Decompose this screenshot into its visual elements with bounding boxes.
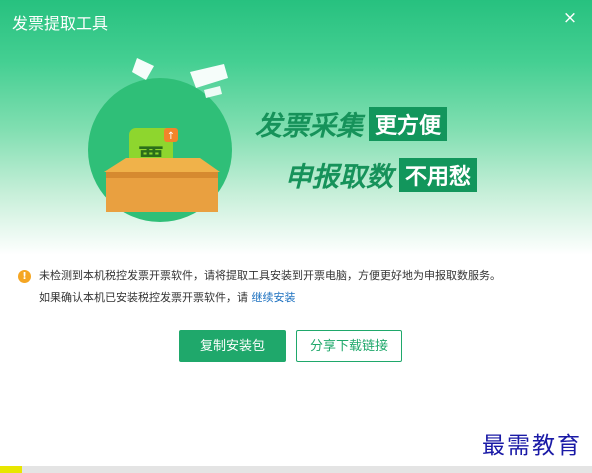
taskbar-corner bbox=[0, 466, 22, 473]
invoice-box-illustration: ↑ 票 bbox=[88, 58, 232, 222]
notice-message: ! 未检测到本机税控发票开票软件，请将提取工具安装到开票电脑，方便更好地为申报取… bbox=[18, 265, 501, 309]
watermark: 最需教育 bbox=[482, 433, 582, 459]
slogan-main: 申报取数 bbox=[285, 162, 393, 193]
slogan-line-1: 发票采集 更方便 bbox=[255, 104, 448, 143]
notice-text: 未检测到本机税控发票开票软件，请将提取工具安装到开票电脑，方便更好地为申报取数服… bbox=[39, 269, 501, 282]
continue-install-link[interactable]: 继续安装 bbox=[252, 291, 296, 304]
svg-text:↑: ↑ bbox=[167, 131, 175, 142]
window-title: 发票提取工具 bbox=[12, 14, 109, 33]
flying-paper bbox=[132, 58, 154, 80]
notice-row-2: 如果确认本机已安装税控发票开票软件，请 继续安装 bbox=[18, 287, 501, 309]
slogan-main: 发票采集 bbox=[255, 111, 363, 142]
slogan-tag: 更方便 bbox=[369, 106, 448, 141]
slogan-line-2: 申报取数 不用愁 bbox=[285, 155, 478, 194]
notice-row-1: ! 未检测到本机税控发票开票软件，请将提取工具安装到开票电脑，方便更好地为申报取… bbox=[18, 265, 501, 287]
notice-prefix: 如果确认本机已安装税控发票开票软件，请 bbox=[39, 291, 248, 304]
copy-package-button[interactable]: 复制安装包 bbox=[179, 330, 286, 362]
invoice-tool-dialog: 发票提取工具 × ↑ 票 发票采集 更方便 申报取数 不用愁 ! 未检测到本机税… bbox=[0, 0, 592, 473]
flying-paper bbox=[204, 86, 222, 98]
banner: 发票提取工具 × ↑ 票 发票采集 更方便 申报取数 不用愁 bbox=[0, 0, 592, 255]
bottom-strip bbox=[0, 466, 592, 473]
close-button[interactable]: × bbox=[560, 8, 580, 28]
flying-paper bbox=[190, 64, 228, 88]
share-link-button[interactable]: 分享下载链接 bbox=[296, 330, 402, 362]
slogan-tag: 不用愁 bbox=[399, 157, 478, 192]
warning-icon: ! bbox=[18, 269, 31, 283]
